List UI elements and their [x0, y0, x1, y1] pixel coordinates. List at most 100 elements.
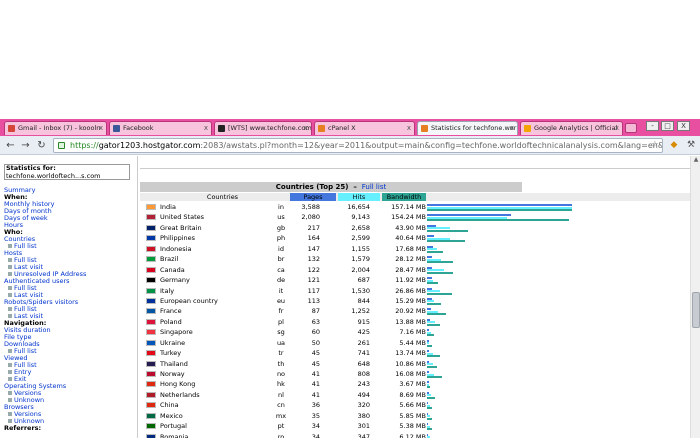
hits-value: 261: [357, 338, 370, 347]
row-bars: [427, 317, 597, 327]
table-row: China cn 36 320 5.66 MB: [140, 400, 690, 410]
pages-value: 34: [311, 432, 320, 438]
hits-value: 2,658: [351, 223, 370, 232]
country-name: China: [160, 401, 179, 410]
pages-value: 41: [311, 390, 320, 399]
bookmark-star-icon[interactable]: ☆: [651, 139, 659, 152]
hits-value: 808: [357, 370, 370, 378]
flag-icon: [146, 297, 156, 304]
tab-forum[interactable]: [WTS] www.techfone.com x: [214, 121, 312, 135]
bandwidth-bar: [427, 250, 444, 253]
tab-awstats[interactable]: Statistics for techfone.worl x: [417, 121, 518, 135]
bandwidth-value: 26.86 MB: [395, 286, 426, 295]
hits-value: 494: [357, 390, 370, 399]
close-icon[interactable]: x: [99, 122, 103, 134]
pages-value: 35: [311, 411, 320, 420]
tab-facebook[interactable]: Facebook x: [109, 121, 212, 135]
flag-icon: [146, 391, 156, 398]
row-bars: [427, 400, 597, 410]
country-code: nl: [278, 390, 284, 399]
scroll-up-arrow-icon[interactable]: ▲: [691, 156, 700, 166]
table-row: Brazil br 132 1,579 28.12 MB: [140, 254, 690, 264]
bandwidth-value: 5.85 MB: [399, 411, 426, 420]
table-row: Ukraine ua 50 261 5.44 MB: [140, 338, 690, 348]
bandwidth-value: 40.64 MB: [395, 234, 426, 243]
minimize-button[interactable]: -: [646, 121, 659, 131]
hits-value: 741: [357, 349, 370, 358]
back-arrow-icon[interactable]: ←: [4, 139, 17, 152]
extension-icon[interactable]: ◆: [668, 139, 680, 151]
flag-icon: [146, 224, 156, 231]
bandwidth-value: 5.66 MB: [399, 401, 426, 410]
pages-value: 60: [311, 328, 320, 337]
hits-value: 648: [357, 359, 370, 368]
table-row: Hong Kong hk 41 243 3.67 MB: [140, 379, 690, 389]
row-bars: [427, 348, 597, 358]
bandwidth-value: 6.12 MB: [399, 432, 426, 438]
sidebar-subitem[interactable]: Full list: [4, 243, 136, 250]
row-bars: [427, 379, 597, 389]
bandwidth-bar: [427, 386, 431, 389]
bandwidth-bar: [427, 323, 440, 326]
close-icon[interactable]: x: [304, 122, 308, 134]
pages-value: 41: [311, 370, 320, 378]
bandwidth-bar: [427, 282, 438, 285]
flag-icon: [146, 350, 156, 357]
table-row: European country eu 113 844 15.29 MB: [140, 296, 690, 306]
bandwidth-bar: [427, 344, 433, 347]
flag-icon: [146, 318, 156, 325]
country-code: pt: [277, 422, 285, 431]
bandwidth-bar: [427, 261, 453, 264]
awstats-icon: [421, 125, 428, 132]
pages-value: 41: [311, 380, 320, 389]
pages-value: 164: [307, 234, 320, 243]
sidebar-link[interactable]: Days of week: [4, 215, 136, 222]
hits-value: 915: [357, 317, 370, 326]
cpanel-icon: [318, 125, 325, 132]
flag-icon: [146, 256, 156, 263]
country-code: no: [276, 370, 286, 378]
address-bar[interactable]: https://gator1203.hostgator.com:2083/aws…: [53, 138, 663, 153]
close-icon[interactable]: x: [407, 122, 411, 134]
country-name: European country: [160, 296, 218, 305]
hits-value: 2,599: [351, 234, 370, 243]
forward-arrow-icon[interactable]: →: [19, 139, 32, 152]
close-icon[interactable]: x: [615, 122, 619, 134]
row-bars: [427, 223, 597, 233]
hits-value: 1,530: [351, 286, 370, 295]
left-frame: Statistics for: techfone.worldoftech...s…: [0, 156, 138, 438]
sidebar-link[interactable]: Hours: [4, 222, 136, 229]
maximize-button[interactable]: □: [661, 121, 674, 131]
wrench-icon[interactable]: ⚒: [685, 139, 697, 151]
reload-icon[interactable]: ↻: [35, 139, 48, 152]
tab-gmail[interactable]: Gmail - Inbox (7) - koooln x: [4, 121, 107, 135]
table-row: Thailand th 45 648 10.86 MB: [140, 359, 690, 369]
pages-value: 63: [311, 317, 320, 326]
close-icon[interactable]: x: [510, 122, 514, 134]
row-bars: [427, 432, 597, 438]
scrollbar-thumb[interactable]: [692, 292, 700, 328]
countries-panel-title: Countries (Top 25) – Full list: [140, 182, 522, 192]
countries-full-list-link[interactable]: Full list: [362, 183, 386, 191]
bandwidth-bar: [427, 355, 440, 358]
tab-cpanel[interactable]: cPanel X x: [314, 121, 415, 135]
row-bars: [427, 296, 597, 306]
bandwidth-bar: [427, 271, 454, 274]
new-tab-button[interactable]: [625, 123, 637, 133]
pages-value: 3,588: [301, 203, 320, 211]
close-icon[interactable]: x: [204, 122, 208, 134]
tab-label: Gmail - Inbox (7) - koooln: [18, 124, 101, 132]
country-code: it: [278, 286, 284, 295]
table-row: France fr 87 1,252 20.92 MB: [140, 306, 690, 316]
hits-value: 2,004: [351, 265, 370, 274]
row-bars: [427, 390, 597, 400]
tab-analytics[interactable]: Google Analytics | Official x: [520, 121, 623, 135]
countries-title: Countries (Top 25): [275, 183, 349, 191]
close-window-button[interactable]: X: [677, 121, 690, 131]
flag-icon: [146, 360, 156, 367]
table-row: Italy it 117 1,530 26.86 MB: [140, 286, 690, 296]
flag-icon: [146, 308, 156, 315]
pages-value: 50: [311, 338, 320, 347]
row-bars: [427, 369, 597, 379]
vertical-scrollbar[interactable]: ▲: [690, 156, 700, 438]
